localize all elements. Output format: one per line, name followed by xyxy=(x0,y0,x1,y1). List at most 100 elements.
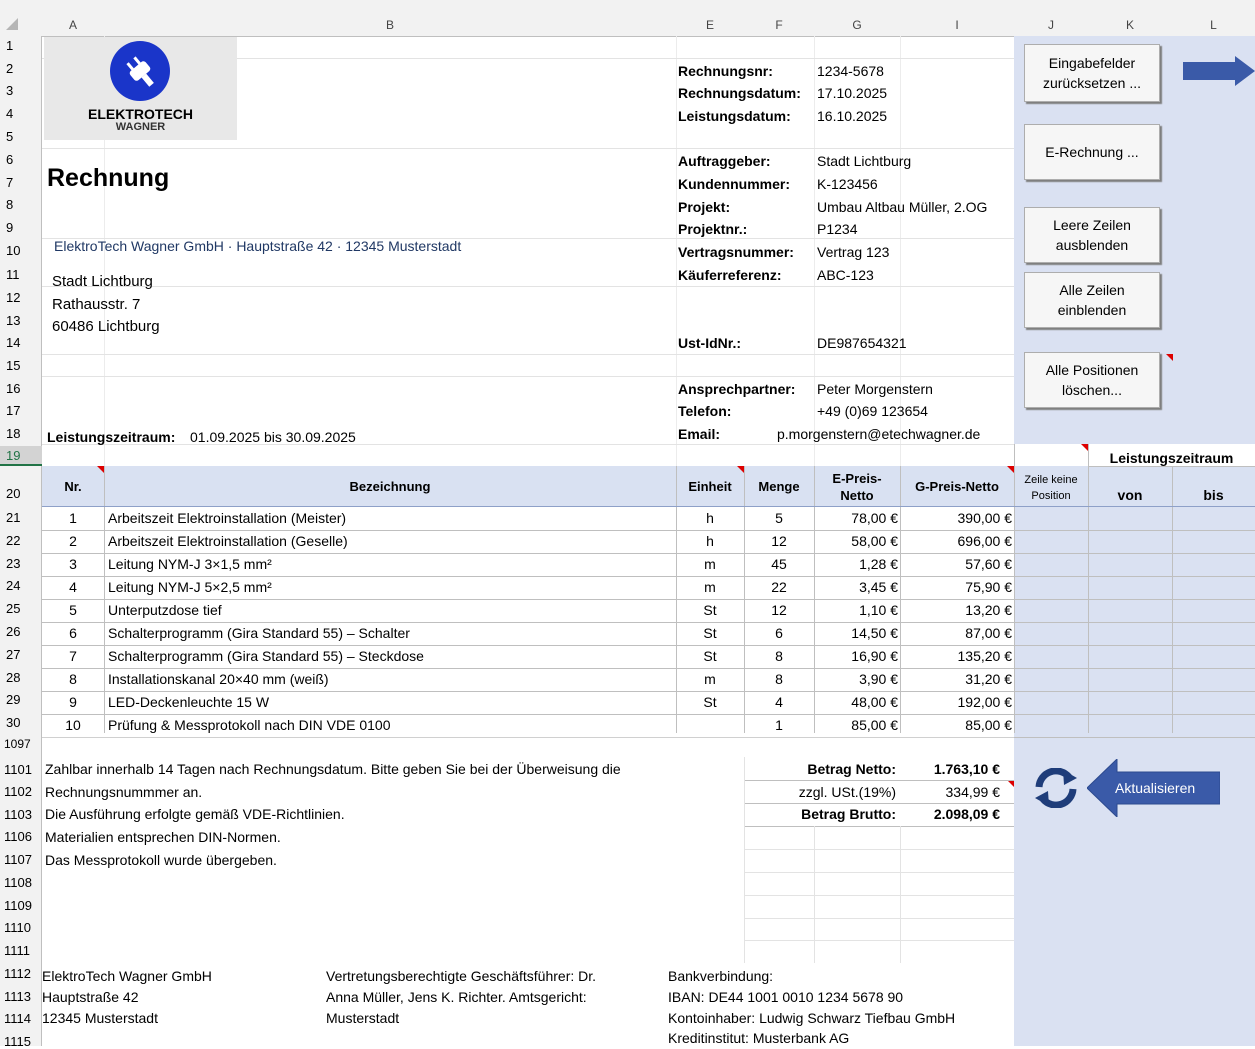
cell-bezeichnung[interactable]: Unterputzdose tief xyxy=(108,599,222,622)
cell-menge[interactable]: 5 xyxy=(744,507,814,530)
refresh-arrow-button[interactable]: Aktualisieren xyxy=(1086,757,1221,819)
column-header-k[interactable]: K xyxy=(1088,15,1172,35)
row-header[interactable]: 1114 xyxy=(4,1011,31,1026)
cell-menge[interactable]: 1 xyxy=(744,714,814,737)
cell-einheit[interactable]: St xyxy=(676,645,744,668)
cell-nr[interactable]: 10 xyxy=(42,714,104,737)
cell-epreis[interactable]: 1,10 € xyxy=(814,599,898,622)
column-header-b[interactable]: B xyxy=(104,15,676,35)
cell-nr[interactable]: 5 xyxy=(42,599,104,622)
cell-einheit[interactable]: m xyxy=(676,668,744,691)
cell-einheit[interactable]: h xyxy=(676,530,744,553)
row-header[interactable]: 1111 xyxy=(4,943,30,958)
cell-bezeichnung[interactable]: Arbeitszeit Elektroinstallation (Geselle… xyxy=(108,530,348,553)
row-header[interactable]: 1115 xyxy=(4,1034,31,1049)
cell-menge[interactable]: 8 xyxy=(744,668,814,691)
row-header[interactable]: 1106 xyxy=(4,829,32,844)
cell-menge[interactable]: 4 xyxy=(744,691,814,714)
meta-value[interactable]: Umbau Altbau Müller, 2.OG xyxy=(817,199,987,215)
row-header[interactable]: 9 xyxy=(6,220,13,235)
cell-epreis[interactable]: 3,90 € xyxy=(814,668,898,691)
row-header[interactable]: 16 xyxy=(6,381,20,396)
row-header[interactable]: 15 xyxy=(6,358,20,373)
cell-gpreis[interactable]: 57,60 € xyxy=(900,553,1012,576)
row-header[interactable]: 17 xyxy=(6,403,20,418)
meta-value[interactable]: 17.10.2025 xyxy=(817,85,887,101)
meta-value[interactable]: Peter Morgenstern xyxy=(817,381,933,397)
cell-gpreis[interactable]: 696,00 € xyxy=(900,530,1013,553)
column-header-g[interactable]: G xyxy=(814,15,900,35)
cell-epreis[interactable]: 85,00 € xyxy=(814,714,898,737)
cell-bezeichnung[interactable]: Leitung NYM-J 5×2,5 mm² xyxy=(108,576,272,599)
cell-gpreis[interactable]: 390,00 € xyxy=(900,507,1013,530)
refresh-icon[interactable] xyxy=(1033,767,1079,809)
delete-all-positions-button[interactable]: Alle Positionen löschen... xyxy=(1024,352,1160,408)
meta-value[interactable]: 1234-5678 xyxy=(817,63,884,79)
comment-marker[interactable] xyxy=(97,466,104,473)
row-header[interactable]: 1107 xyxy=(4,852,32,867)
cell-einheit[interactable]: h xyxy=(676,507,744,530)
row-header[interactable]: 1101 xyxy=(4,762,32,777)
cell-einheit[interactable]: St xyxy=(676,622,744,645)
show-all-rows-button[interactable]: Alle Zeilen einblenden xyxy=(1024,272,1160,328)
cell-einheit[interactable]: St xyxy=(676,691,744,714)
cell-nr[interactable]: 9 xyxy=(42,691,104,714)
column-header-l[interactable]: L xyxy=(1172,15,1255,35)
cell-epreis[interactable]: 48,00 € xyxy=(814,691,898,714)
cell-nr[interactable]: 6 xyxy=(42,622,104,645)
table-row[interactable]: 2 Arbeitszeit Elektroinstallation (Gesel… xyxy=(42,530,1014,554)
row-header[interactable]: 1097 xyxy=(4,737,31,751)
table-row[interactable]: 7 Schalterprogramm (Gira Standard 55) – … xyxy=(42,645,1014,669)
meta-value[interactable]: Vertrag 123 xyxy=(817,244,889,260)
table-row[interactable]: 1 Arbeitszeit Elektroinstallation (Meist… xyxy=(42,507,1014,531)
cell-epreis[interactable]: 1,28 € xyxy=(814,553,898,576)
cell-gpreis[interactable]: 192,00 € xyxy=(900,691,1013,714)
cell-menge[interactable]: 8 xyxy=(744,645,814,668)
row-header[interactable]: 21 xyxy=(6,510,20,525)
comment-marker[interactable] xyxy=(737,466,744,473)
row-header[interactable]: 1103 xyxy=(4,807,32,822)
cell-gpreis[interactable]: 13,20 € xyxy=(900,599,1012,622)
cell-bezeichnung[interactable]: Arbeitszeit Elektroinstallation (Meister… xyxy=(108,507,346,530)
cell-nr[interactable]: 7 xyxy=(42,645,104,668)
row-header[interactable]: 28 xyxy=(6,670,20,685)
cell-epreis[interactable]: 16,90 € xyxy=(814,645,898,668)
cell-nr[interactable]: 2 xyxy=(42,530,104,553)
row-header[interactable]: 19 xyxy=(6,448,20,463)
row-header[interactable]: 11 xyxy=(6,267,20,282)
cell-bezeichnung[interactable]: Schalterprogramm (Gira Standard 55) – Sc… xyxy=(108,622,410,645)
row-header[interactable]: 30 xyxy=(6,715,20,730)
cell-gpreis[interactable]: 31,20 € xyxy=(900,668,1012,691)
row-header[interactable]: 27 xyxy=(6,647,20,662)
meta-value[interactable]: P1234 xyxy=(817,221,857,237)
cell-menge[interactable]: 6 xyxy=(744,622,814,645)
row-header[interactable]: 24 xyxy=(6,578,20,593)
comment-marker[interactable] xyxy=(1007,780,1014,787)
column-header-a[interactable]: A xyxy=(42,15,104,35)
cell-einheit[interactable]: m xyxy=(676,576,744,599)
row-header[interactable]: 1108 xyxy=(4,875,32,890)
cell-epreis[interactable]: 58,00 € xyxy=(814,530,898,553)
table-row[interactable]: 4 Leitung NYM-J 5×2,5 mm² m 22 3,45 € 75… xyxy=(42,576,1014,600)
row-header[interactable]: 13 xyxy=(6,313,20,328)
meta-value[interactable]: ABC-123 xyxy=(817,267,874,283)
row-header[interactable]: 1109 xyxy=(4,898,32,913)
table-row[interactable]: 8 Installationskanal 20×40 mm (weiß) m 8… xyxy=(42,668,1014,692)
cell-bezeichnung[interactable]: LED-Deckenleuchte 15 W xyxy=(108,691,269,714)
select-all-icon[interactable] xyxy=(6,18,18,30)
comment-marker[interactable] xyxy=(1166,354,1173,361)
table-row[interactable]: 3 Leitung NYM-J 3×1,5 mm² m 45 1,28 € 57… xyxy=(42,553,1014,577)
cell-bezeichnung[interactable]: Installationskanal 20×40 mm (weiß) xyxy=(108,668,329,691)
row-header[interactable]: 20 xyxy=(6,486,20,501)
meta-value[interactable]: +49 (0)69 123654 xyxy=(817,403,928,419)
comment-marker[interactable] xyxy=(1007,466,1014,473)
column-header-f[interactable]: F xyxy=(744,15,814,35)
comment-marker[interactable] xyxy=(1081,444,1088,451)
row-header[interactable]: 10 xyxy=(6,243,20,258)
row-header[interactable]: 1110 xyxy=(4,920,31,935)
cell-einheit[interactable]: m xyxy=(676,553,744,576)
e-rechnung-button[interactable]: E-Rechnung ... xyxy=(1024,124,1160,180)
row-header[interactable]: 7 xyxy=(6,175,13,190)
cell-menge[interactable]: 22 xyxy=(744,576,814,599)
cell-bezeichnung[interactable]: Prüfung & Messprotokoll nach DIN VDE 010… xyxy=(108,714,390,737)
